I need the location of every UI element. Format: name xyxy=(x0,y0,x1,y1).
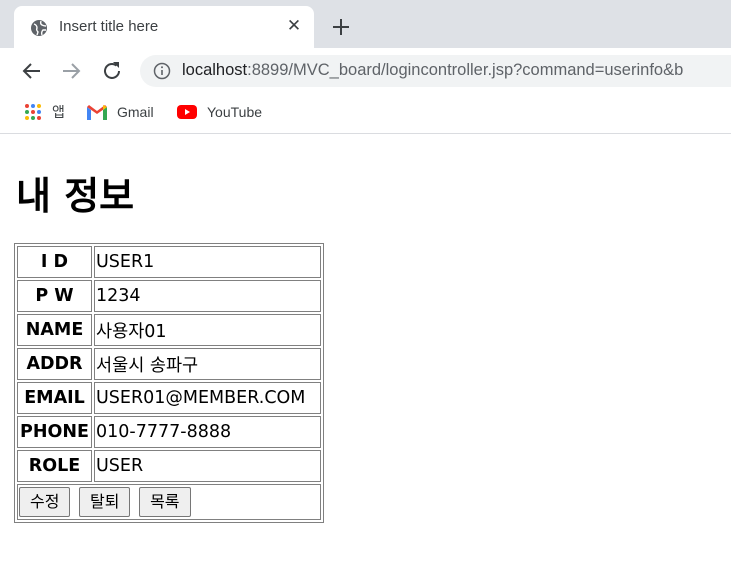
page-content: 내 정보 I D USER1 P W 1234 NAME 사용자01 ADDR … xyxy=(0,135,731,578)
bookmark-apps[interactable]: 앱 xyxy=(24,102,65,122)
user-info-table: I D USER1 P W 1234 NAME 사용자01 ADDR 서울시 송… xyxy=(14,243,324,523)
pw-label: P W xyxy=(17,280,92,312)
browser-toolbar: localhost:8899/MVC_board/logincontroller… xyxy=(0,48,731,94)
tab-strip: Insert title here ✕ xyxy=(0,0,731,48)
url-text[interactable]: localhost:8899/MVC_board/logincontroller… xyxy=(182,61,683,80)
withdraw-button[interactable]: 탈퇴 xyxy=(79,487,131,517)
bookmark-label: YouTube xyxy=(207,104,263,120)
name-label: NAME xyxy=(17,314,92,346)
table-row: ROLE USER xyxy=(17,450,321,482)
role-label: ROLE xyxy=(17,450,92,482)
role-value: USER xyxy=(94,450,321,482)
reload-icon[interactable] xyxy=(100,59,124,83)
table-row: ADDR 서울시 송파구 xyxy=(17,348,321,380)
pw-value: 1234 xyxy=(94,280,321,312)
globe-icon xyxy=(31,20,47,36)
browser-tab[interactable]: Insert title here ✕ xyxy=(14,6,314,48)
info-icon[interactable] xyxy=(153,62,171,80)
bookmark-label: Gmail xyxy=(117,104,154,120)
bookmark-label: 앱 xyxy=(52,104,65,120)
email-value: USER01@MEMBER.COM xyxy=(94,382,321,414)
youtube-icon xyxy=(177,105,197,119)
list-button[interactable]: 목록 xyxy=(139,487,191,517)
table-row: NAME 사용자01 xyxy=(17,314,321,346)
apps-grid-icon xyxy=(25,104,41,120)
email-label: EMAIL xyxy=(17,382,92,414)
gmail-icon xyxy=(87,104,107,120)
table-row: EMAIL USER01@MEMBER.COM xyxy=(17,382,321,414)
id-value: USER1 xyxy=(94,246,321,278)
phone-value: 010-7777-8888 xyxy=(94,416,321,448)
phone-label: PHONE xyxy=(17,416,92,448)
arrow-right-icon[interactable] xyxy=(59,59,83,83)
button-cell: 수정 탈퇴 목록 xyxy=(17,484,321,520)
page-title: 내 정보 xyxy=(16,174,135,218)
button-row: 수정 탈퇴 목록 xyxy=(17,484,321,520)
table-row: PHONE 010-7777-8888 xyxy=(17,416,321,448)
edit-button[interactable]: 수정 xyxy=(19,487,71,517)
bookmark-gmail[interactable]: Gmail xyxy=(87,102,154,122)
addr-label: ADDR xyxy=(17,348,92,380)
plus-icon[interactable] xyxy=(328,14,354,40)
addr-value: 서울시 송파구 xyxy=(94,348,321,380)
url-host: localhost xyxy=(182,61,248,79)
tab-close-icon[interactable]: ✕ xyxy=(284,16,304,36)
bookmark-youtube[interactable]: YouTube xyxy=(177,102,262,122)
arrow-left-icon[interactable] xyxy=(20,59,44,83)
name-value: 사용자01 xyxy=(94,314,321,346)
table-row: P W 1234 xyxy=(17,280,321,312)
bookmarks-bar: 앱 Gmail YouTube xyxy=(0,94,731,134)
id-label: I D xyxy=(17,246,92,278)
address-bar[interactable]: localhost:8899/MVC_board/logincontroller… xyxy=(140,55,731,87)
table-row: I D USER1 xyxy=(17,246,321,278)
url-path: :8899/MVC_board/logincontroller.jsp?comm… xyxy=(247,61,684,79)
tab-title: Insert title here xyxy=(59,18,159,35)
